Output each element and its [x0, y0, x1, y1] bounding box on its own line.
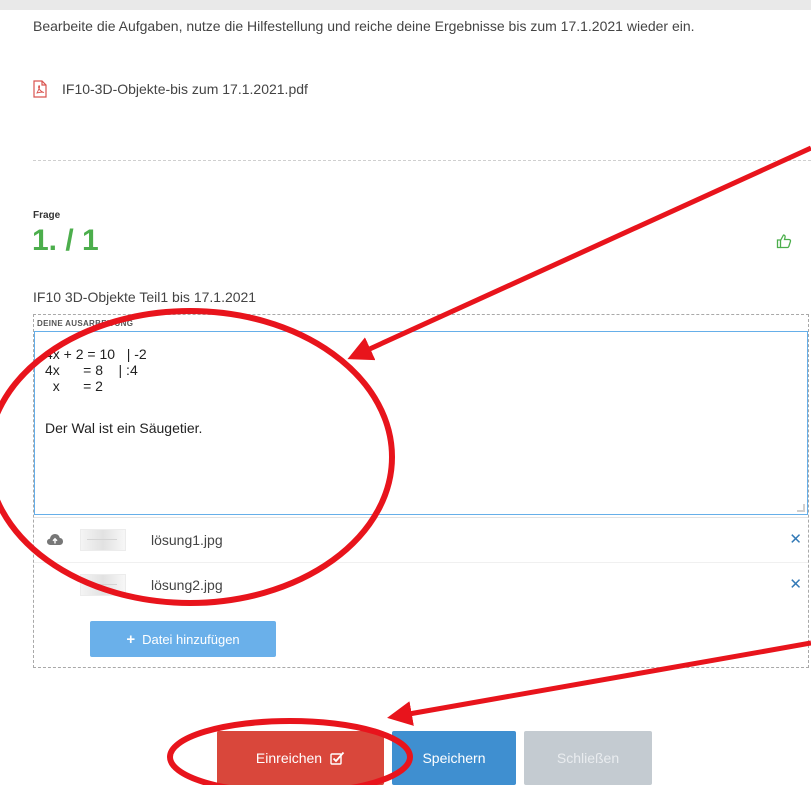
resize-handle[interactable]: [797, 504, 805, 512]
submit-label: Einreichen: [255, 750, 323, 766]
answer-line: Der Wal ist ein Säugetier.: [45, 420, 203, 436]
file-thumbnail: [80, 574, 126, 596]
submit-button[interactable]: Einreichen: [217, 731, 384, 785]
question-label: Frage: [33, 210, 61, 221]
answer-blank-line: [45, 394, 797, 420]
add-file-label: Datei hinzufügen: [142, 631, 240, 647]
file-thumbnail: [80, 529, 126, 551]
uploaded-files-list: lösung1.jpg ✕ lösung2.jpg ✕: [34, 517, 808, 607]
answer-section-label: DEINE AUSARBEITUNG: [37, 319, 134, 328]
close-icon[interactable]: ✕: [789, 532, 802, 547]
question-title: IF10 3D-Objekte Teil1 bis 17.1.2021: [33, 289, 257, 305]
check-square-icon: [330, 751, 345, 765]
close-icon[interactable]: ✕: [789, 577, 802, 592]
answer-textarea[interactable]: 4x + 2 = 10 | -2 4x = 8 | :4 x = 2 Der W…: [34, 331, 808, 515]
pdf-icon: [33, 80, 47, 98]
close-button[interactable]: Schließen: [524, 731, 652, 785]
attachment-link[interactable]: IF10-3D-Objekte-bis zum 17.1.2021.pdf: [33, 80, 308, 98]
add-file-button[interactable]: + Datei hinzufügen: [90, 621, 276, 657]
thumbs-up-icon: [776, 234, 792, 249]
task-instructions: Bearbeite die Aufgaben, nutze die Hilfes…: [33, 18, 695, 34]
answer-line: 4x = 8 | :4: [45, 362, 138, 378]
attachment-filename[interactable]: IF10-3D-Objekte-bis zum 17.1.2021.pdf: [62, 81, 308, 97]
save-button[interactable]: Speichern: [392, 731, 516, 785]
file-name: lösung1.jpg: [151, 532, 223, 548]
plus-icon: +: [126, 630, 136, 648]
cloud-upload-icon: [47, 534, 63, 545]
file-name: lösung2.jpg: [151, 577, 223, 593]
file-item: lösung2.jpg ✕: [34, 562, 808, 607]
answer-section: DEINE AUSARBEITUNG 4x + 2 = 10 | -2 4x =…: [33, 314, 809, 668]
file-item: lösung1.jpg ✕: [34, 518, 808, 562]
question-number: 1. / 1: [32, 224, 99, 257]
answer-line: x = 2: [45, 378, 103, 394]
section-divider: [33, 160, 811, 161]
answer-line: 4x + 2 = 10 | -2: [45, 346, 147, 362]
top-band: [0, 0, 811, 10]
